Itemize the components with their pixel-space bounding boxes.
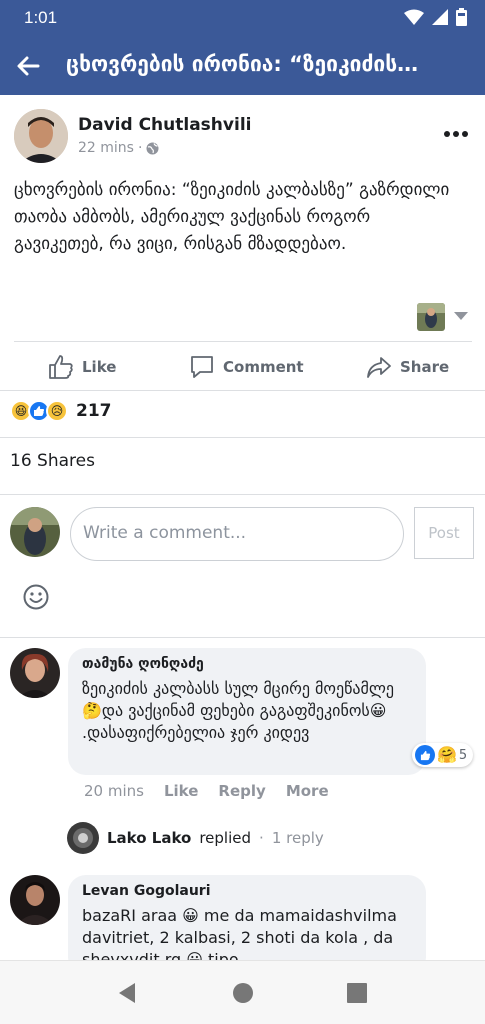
comment-composer: Write a comment... Post (0, 495, 485, 635)
thumbs-up-icon (49, 355, 73, 379)
comment-meta: 20 mins Like Reply More (84, 782, 329, 800)
post-text: ცხოვრების ირონია: “ზეიკიძის კალბასზე” გა… (14, 180, 450, 254)
divider (0, 390, 485, 391)
commenter-name[interactable]: თამუნა ღონღაძე (82, 656, 412, 672)
status-time: 1:01 (24, 8, 58, 27)
commenter-avatar[interactable] (10, 648, 60, 698)
nav-home-icon[interactable] (231, 981, 255, 1005)
post-comment-button[interactable]: Post (414, 507, 474, 559)
my-avatar (10, 507, 60, 557)
reaction-count: 217 (76, 401, 112, 421)
commenter-name[interactable]: Levan Gogolauri (82, 883, 412, 899)
more-options-icon[interactable] (443, 121, 469, 147)
smiley-icon[interactable] (22, 583, 50, 611)
author-avatar[interactable] (14, 109, 68, 163)
share-button[interactable]: Share (366, 354, 449, 380)
action-bar: Like Comment Share (0, 346, 485, 390)
author-name[interactable]: David Chutlashvili (78, 115, 251, 135)
post-time: 22 mins (78, 140, 134, 156)
replier-name: Lako Lako (107, 829, 192, 847)
care-reaction-icon: 🤗 (437, 745, 457, 764)
comment-reaction-count: 5 (458, 747, 468, 763)
shares-count[interactable]: 16 Shares (10, 451, 95, 471)
share-icon (367, 357, 391, 378)
commenter-avatar[interactable] (10, 875, 60, 925)
comment-bubble[interactable]: თამუნა ღონღაძე ზეიკიძის კალბასს სულ მცირ… (68, 648, 426, 775)
comment-reply-button[interactable]: Reply (218, 782, 265, 800)
reply-action: replied (199, 829, 252, 847)
comment-icon (191, 356, 213, 378)
sad-reaction-icon: 😥 (46, 400, 68, 422)
nav-back-icon[interactable] (115, 981, 139, 1005)
nav-recents-icon[interactable] (345, 981, 369, 1005)
like-label: Like (82, 358, 117, 376)
like-button[interactable]: Like (48, 354, 116, 380)
comment-input[interactable]: Write a comment... (70, 507, 404, 561)
comment-more-button[interactable]: More (286, 782, 329, 800)
back-arrow-icon[interactable] (14, 52, 42, 80)
signal-icon (432, 9, 448, 25)
battery-icon (456, 8, 467, 26)
post-meta: 22 mins · (78, 140, 159, 156)
reply-summary[interactable]: Lako Lako replied · 1 reply (67, 822, 324, 854)
comment-like-button[interactable]: Like (164, 782, 198, 800)
status-bar: 1:01 (0, 0, 485, 38)
replier-avatar (67, 822, 99, 854)
comment-label: Comment (223, 358, 304, 376)
comment-button[interactable]: Comment (189, 354, 304, 380)
comment-time: 20 mins (84, 782, 144, 800)
globe-icon (146, 142, 159, 154)
app-bar: ცხოვრების ირონია: “ზეიკიძის… (0, 38, 485, 95)
chevron-down-icon[interactable] (453, 310, 469, 322)
viewer-thumbnail[interactable] (417, 303, 445, 331)
divider (14, 341, 472, 342)
page-title: ცხოვრების ირონია: “ზეიკიძის… (66, 52, 419, 76)
meta-separator: · (137, 140, 143, 156)
share-label: Share (400, 358, 450, 376)
system-nav-bar (0, 960, 485, 1024)
reaction-summary[interactable]: 😆 😥 217 (10, 400, 112, 422)
like-reaction-icon (415, 745, 435, 765)
comment-reactions[interactable]: 🤗 5 (412, 743, 474, 767)
divider (0, 637, 485, 638)
wifi-icon (404, 9, 424, 25)
comment-text: ზეიკიძის კალბასს სულ მცირე მოეწამლე🤔და ვ… (82, 679, 395, 742)
reply-separator: · (259, 829, 264, 847)
reply-count: 1 reply (271, 829, 324, 847)
divider (0, 437, 485, 438)
status-icons (404, 8, 467, 26)
